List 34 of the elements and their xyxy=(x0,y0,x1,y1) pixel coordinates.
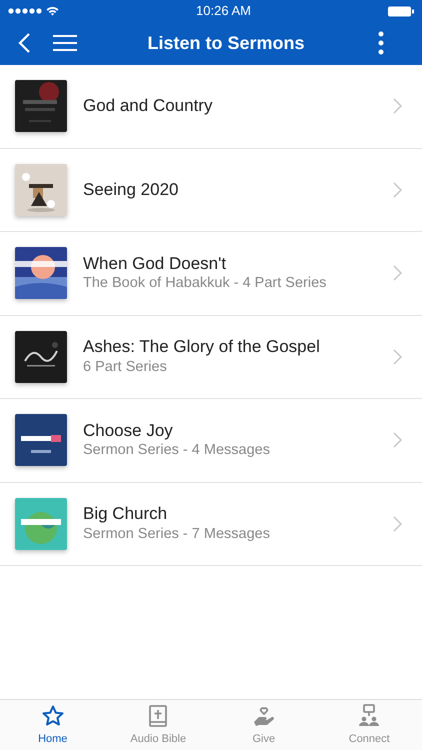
sermon-row[interactable]: Big Church Sermon Series - 7 Messages xyxy=(0,482,422,566)
star-icon xyxy=(40,704,65,728)
chevron-icon xyxy=(393,348,402,365)
sermon-row[interactable]: Seeing 2020 xyxy=(0,148,422,232)
sermon-title: God and Country xyxy=(83,96,214,116)
sermon-row[interactable]: Choose Joy Sermon Series - 4 Messages xyxy=(0,399,422,482)
chevron-icon xyxy=(393,432,402,448)
sermon-row[interactable]: Ashes: The Glory of the Gospel 6 Part Series xyxy=(0,316,422,399)
battery-icon xyxy=(388,6,414,16)
sermon-subtitle: Sermon Series - 7 Messages xyxy=(83,524,271,544)
more-icon xyxy=(378,31,384,56)
sermon-title: Choose Joy xyxy=(83,420,174,442)
sermon-title: Big Church xyxy=(83,504,168,525)
status-time: 10:26 AM xyxy=(196,2,251,20)
menu-icon xyxy=(53,34,77,52)
signal-icon xyxy=(8,8,42,14)
hand-heart-icon xyxy=(252,704,276,728)
chevron-icon xyxy=(393,265,402,282)
sermon-row[interactable]: God and Country xyxy=(0,65,422,148)
sermon-subtitle: The Book of Habakkuk - 4 Part Series xyxy=(83,274,328,293)
wifi-icon xyxy=(46,6,59,16)
sermon-title: When God Doesn't xyxy=(83,254,228,274)
sermon-title: Seeing 2020 xyxy=(83,180,180,200)
back-icon xyxy=(17,32,31,54)
sermon-subtitle: 6 Part Series xyxy=(83,358,168,376)
screen-title: Listen to Sermons xyxy=(147,33,305,53)
sermon-subtitle: Sermon Series - 4 Messages xyxy=(83,441,271,460)
sermon-title: Ashes: The Glory of the Gospel xyxy=(83,337,321,358)
tab[interactable]: Home xyxy=(0,700,106,750)
chevron-icon xyxy=(393,182,402,198)
chevron-icon xyxy=(393,98,402,114)
sermon-row[interactable]: When God Doesn't The Book of Habakkuk - 4 Part Series xyxy=(0,232,422,316)
chevron-icon xyxy=(393,516,402,532)
people-icon xyxy=(357,704,382,728)
